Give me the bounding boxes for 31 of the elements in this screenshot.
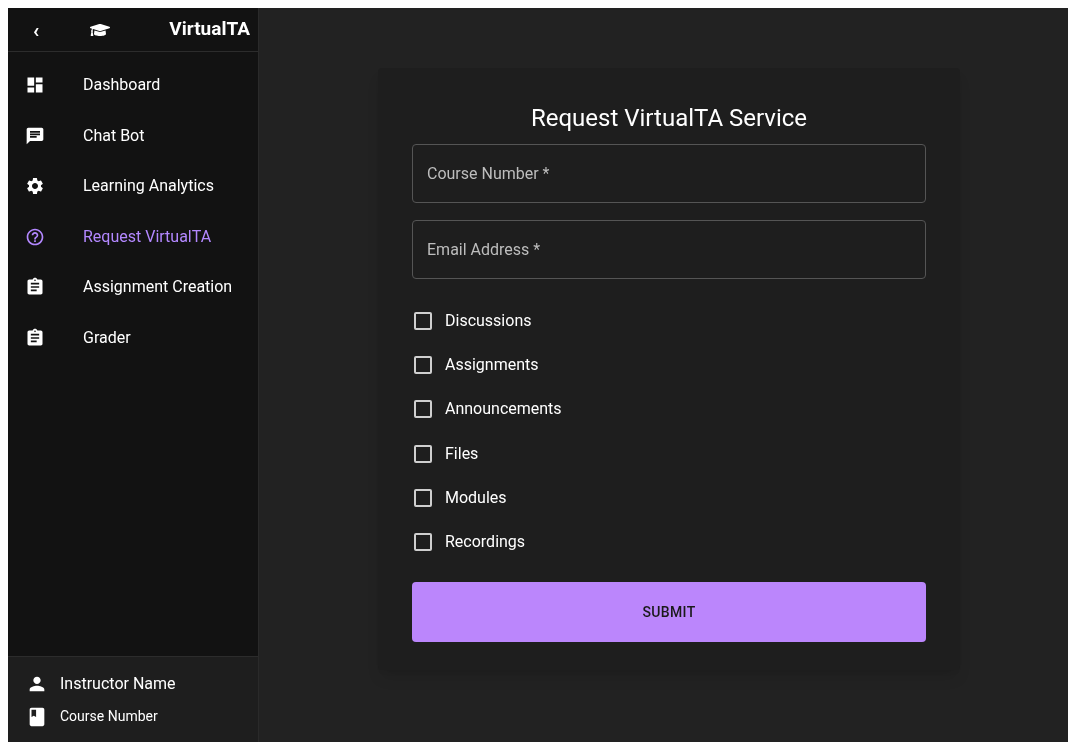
brand-title: VirtualTA bbox=[169, 16, 250, 43]
clipboard-icon bbox=[25, 277, 45, 298]
checkbox[interactable] bbox=[414, 356, 432, 375]
checkbox[interactable] bbox=[414, 400, 432, 419]
course-number: Course Number bbox=[60, 707, 158, 726]
checkbox[interactable] bbox=[414, 533, 432, 552]
nav-item[interactable]: Chat Bot bbox=[8, 110, 258, 161]
form-title: Request VirtualTA Service bbox=[529, 103, 809, 134]
checkbox-label: Files bbox=[445, 442, 479, 465]
checkbox-label: Discussions bbox=[445, 310, 532, 333]
nav-item[interactable]: Dashboard bbox=[8, 60, 258, 111]
checkbox-label: Recordings bbox=[445, 531, 526, 554]
checkbox[interactable] bbox=[414, 444, 432, 463]
instructor-name: Instructor Name bbox=[60, 672, 176, 695]
nav-item[interactable]: Learning Analytics bbox=[8, 161, 258, 212]
text-field[interactable]: Email Address * bbox=[412, 220, 926, 279]
submit-button[interactable]: SUBMIT bbox=[412, 582, 926, 643]
nav-item[interactable]: Assignment Creation bbox=[8, 262, 258, 313]
checkbox[interactable] bbox=[414, 488, 432, 507]
chat-bubble-icon bbox=[25, 125, 45, 146]
clipboard-icon bbox=[25, 327, 45, 348]
text-field[interactable]: Course Number * bbox=[412, 144, 926, 203]
gear-icon bbox=[25, 176, 45, 197]
nav-item[interactable]: Request VirtualTA bbox=[8, 211, 258, 262]
checkbox-label: Announcements bbox=[445, 398, 562, 421]
checkbox[interactable] bbox=[414, 312, 432, 331]
checkbox-label: Assignments bbox=[445, 354, 539, 377]
dashboard-icon bbox=[25, 75, 45, 96]
collapse-button[interactable]: ‹ bbox=[28, 19, 44, 40]
checkbox-label: Modules bbox=[445, 486, 507, 509]
nav-item[interactable]: Grader bbox=[8, 312, 258, 363]
